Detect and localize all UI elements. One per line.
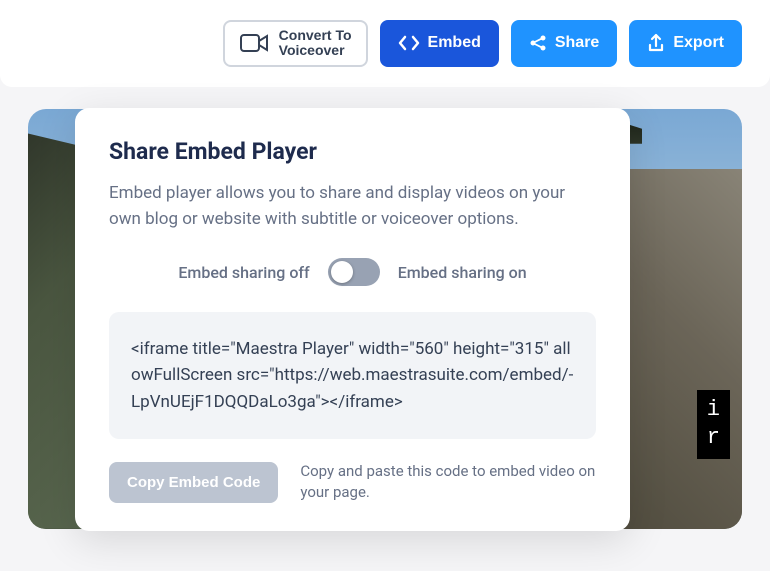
camera-icon: [239, 31, 271, 55]
toolbar: Convert To Voiceover Embed Share: [0, 0, 770, 87]
convert-to-voiceover-button[interactable]: Convert To Voiceover: [223, 20, 368, 67]
share-button[interactable]: Share: [511, 20, 617, 67]
toggle-knob: [331, 261, 353, 283]
embed-sharing-toggle[interactable]: [328, 258, 380, 286]
export-button[interactable]: Export: [629, 20, 742, 67]
share-icon: [529, 34, 547, 52]
convert-label: Convert To Voiceover: [279, 28, 352, 59]
embed-sharing-toggle-row: Embed sharing off Embed sharing on: [109, 258, 596, 286]
modal-footer: Copy Embed Code Copy and paste this code…: [109, 461, 596, 503]
toggle-on-label: Embed sharing on: [398, 263, 527, 282]
embed-code-box[interactable]: <iframe title="Maestra Player" width="56…: [109, 312, 596, 439]
copy-hint: Copy and paste this code to embed video …: [300, 461, 596, 503]
copy-embed-code-button[interactable]: Copy Embed Code: [109, 462, 278, 503]
video-caption: i r: [697, 390, 730, 459]
modal-title: Share Embed Player: [109, 138, 596, 165]
export-icon: [647, 33, 665, 53]
code-icon: [398, 34, 420, 52]
toggle-off-label: Embed sharing off: [178, 263, 309, 282]
embed-button[interactable]: Embed: [380, 20, 499, 67]
share-embed-modal: Share Embed Player Embed player allows y…: [75, 108, 630, 531]
modal-description: Embed player allows you to share and dis…: [109, 181, 596, 232]
